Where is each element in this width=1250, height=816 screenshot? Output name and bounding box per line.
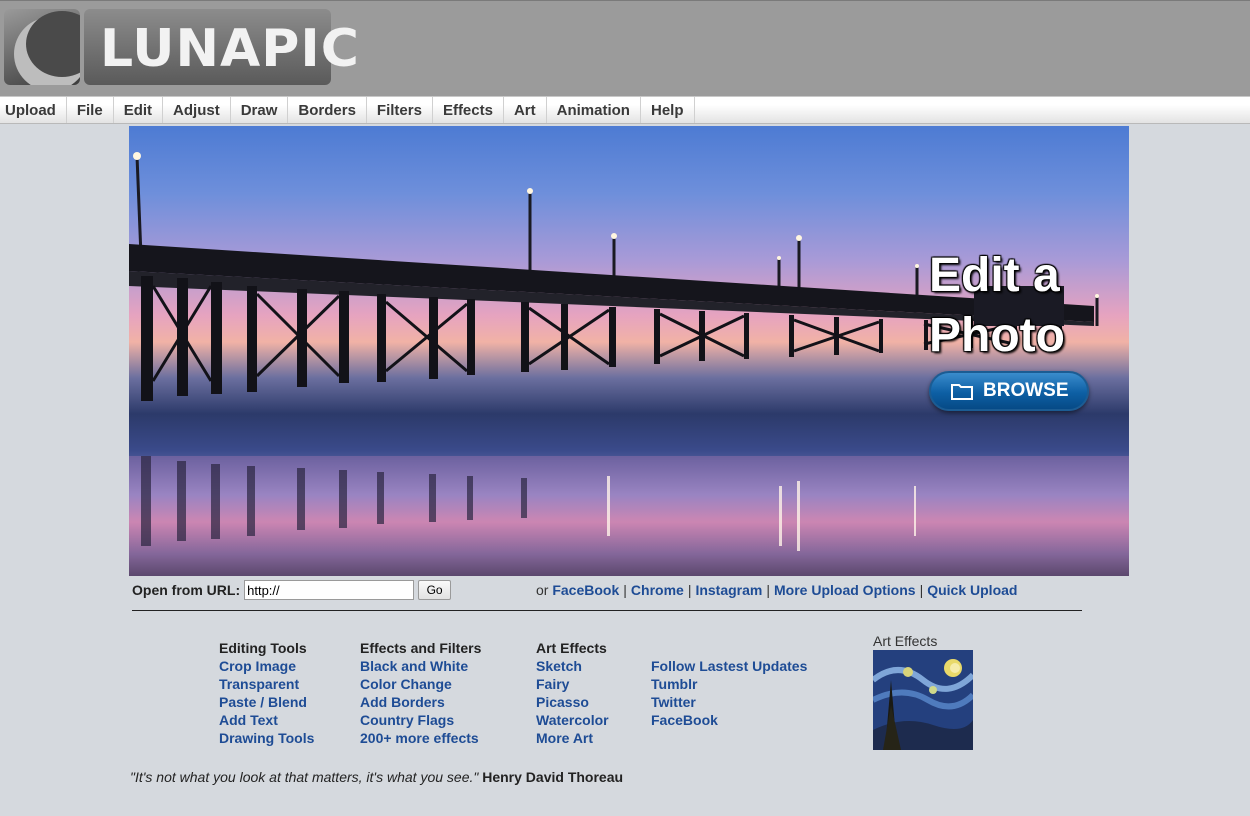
editing-tools-column: Editing Tools Crop Image Transparent Pas… <box>219 639 314 747</box>
go-button[interactable]: Go <box>418 580 452 600</box>
folder-icon <box>951 384 973 400</box>
paste-blend-link[interactable]: Paste / Blend <box>219 693 314 711</box>
browse-button[interactable]: BROWSE <box>929 371 1089 411</box>
black-and-white-link[interactable]: Black and White <box>360 657 481 675</box>
menu-file[interactable]: File <box>67 97 114 123</box>
menu-adjust[interactable]: Adjust <box>163 97 231 123</box>
hero-title-line2: Photo <box>929 309 1065 362</box>
watercolor-link[interactable]: Watercolor <box>536 711 609 729</box>
logo-text: LUNAPIC <box>100 19 360 79</box>
quick-upload-link[interactable]: Quick Upload <box>927 582 1017 598</box>
art-effects-column: Art Effects Sketch Fairy Picasso Waterco… <box>536 639 609 747</box>
menu-draw[interactable]: Draw <box>231 97 289 123</box>
logo-text-box: LUNAPIC <box>84 9 359 85</box>
sketch-link[interactable]: Sketch <box>536 657 609 675</box>
divider <box>132 610 1082 611</box>
crop-image-link[interactable]: Crop Image <box>219 657 314 675</box>
twitter-link[interactable]: Twitter <box>651 693 807 711</box>
quote: "It's not what you look at that matters,… <box>130 769 623 785</box>
follow-updates-link[interactable]: Follow Lastest Updates <box>651 657 807 675</box>
editing-tools-heading: Editing Tools <box>219 640 307 656</box>
menu-filters[interactable]: Filters <box>367 97 433 123</box>
art-effects-box: Art Effects <box>873 633 973 750</box>
starry-night-thumbnail[interactable] <box>873 650 973 750</box>
upload-instagram-link[interactable]: Instagram <box>695 582 762 598</box>
add-borders-link[interactable]: Add Borders <box>360 693 481 711</box>
menu-bar: Upload File Edit Adjust Draw Borders Fil… <box>0 96 1250 124</box>
add-text-link[interactable]: Add Text <box>219 711 314 729</box>
menu-art[interactable]: Art <box>504 97 547 123</box>
art-effects-box-title: Art Effects <box>873 633 938 649</box>
transparent-link[interactable]: Transparent <box>219 675 314 693</box>
menu-animation[interactable]: Animation <box>547 97 641 123</box>
tumblr-link[interactable]: Tumblr <box>651 675 807 693</box>
moon-logo-icon <box>4 9 80 85</box>
lunapic-logo[interactable]: LUNAPIC <box>4 9 359 85</box>
country-flags-link[interactable]: Country Flags <box>360 711 481 729</box>
drawing-tools-link[interactable]: Drawing Tools <box>219 729 314 747</box>
starry-night-image <box>873 650 973 750</box>
upload-links: or FaceBook | Chrome | Instagram | More Upload… <box>536 582 1018 598</box>
more-art-link[interactable]: More Art <box>536 729 609 747</box>
hero-banner[interactable]: Edit a Photo BROWSE <box>129 126 1129 576</box>
header: LUNAPIC <box>0 0 1250 96</box>
upload-chrome-link[interactable]: Chrome <box>631 582 684 598</box>
hero-title-line1: Edit a <box>929 249 1060 302</box>
picasso-link[interactable]: Picasso <box>536 693 609 711</box>
quote-text: "It's not what you look at that matters,… <box>130 769 479 785</box>
effects-filters-heading: Effects and Filters <box>360 640 482 656</box>
upload-links-prefix: or <box>536 582 549 598</box>
fairy-link[interactable]: Fairy <box>536 675 609 693</box>
color-change-link[interactable]: Color Change <box>360 675 481 693</box>
more-effects-link[interactable]: 200+ more effects <box>360 729 481 747</box>
open-url-label: Open from URL: <box>132 582 241 598</box>
effects-filters-column: Effects and Filters Black and White Colo… <box>360 639 481 747</box>
browse-label: BROWSE <box>983 380 1069 401</box>
url-input[interactable] <box>244 580 415 600</box>
art-effects-heading: Art Effects <box>536 640 607 656</box>
more-upload-options-link[interactable]: More Upload Options <box>774 582 916 598</box>
quote-author: Henry David Thoreau <box>482 769 624 785</box>
menu-effects[interactable]: Effects <box>433 97 504 123</box>
hero-title: Edit a Photo <box>929 246 1065 366</box>
follow-column: Follow Lastest Updates Tumblr Twitter Fa… <box>651 657 807 729</box>
follow-facebook-link[interactable]: FaceBook <box>651 711 807 729</box>
upload-facebook-link[interactable]: FaceBook <box>552 582 619 598</box>
open-url-form: Open from URL: Go <box>132 579 452 601</box>
menu-borders[interactable]: Borders <box>288 97 367 123</box>
menu-edit[interactable]: Edit <box>114 97 164 123</box>
menu-help[interactable]: Help <box>641 97 695 123</box>
menu-upload[interactable]: Upload <box>0 97 67 123</box>
